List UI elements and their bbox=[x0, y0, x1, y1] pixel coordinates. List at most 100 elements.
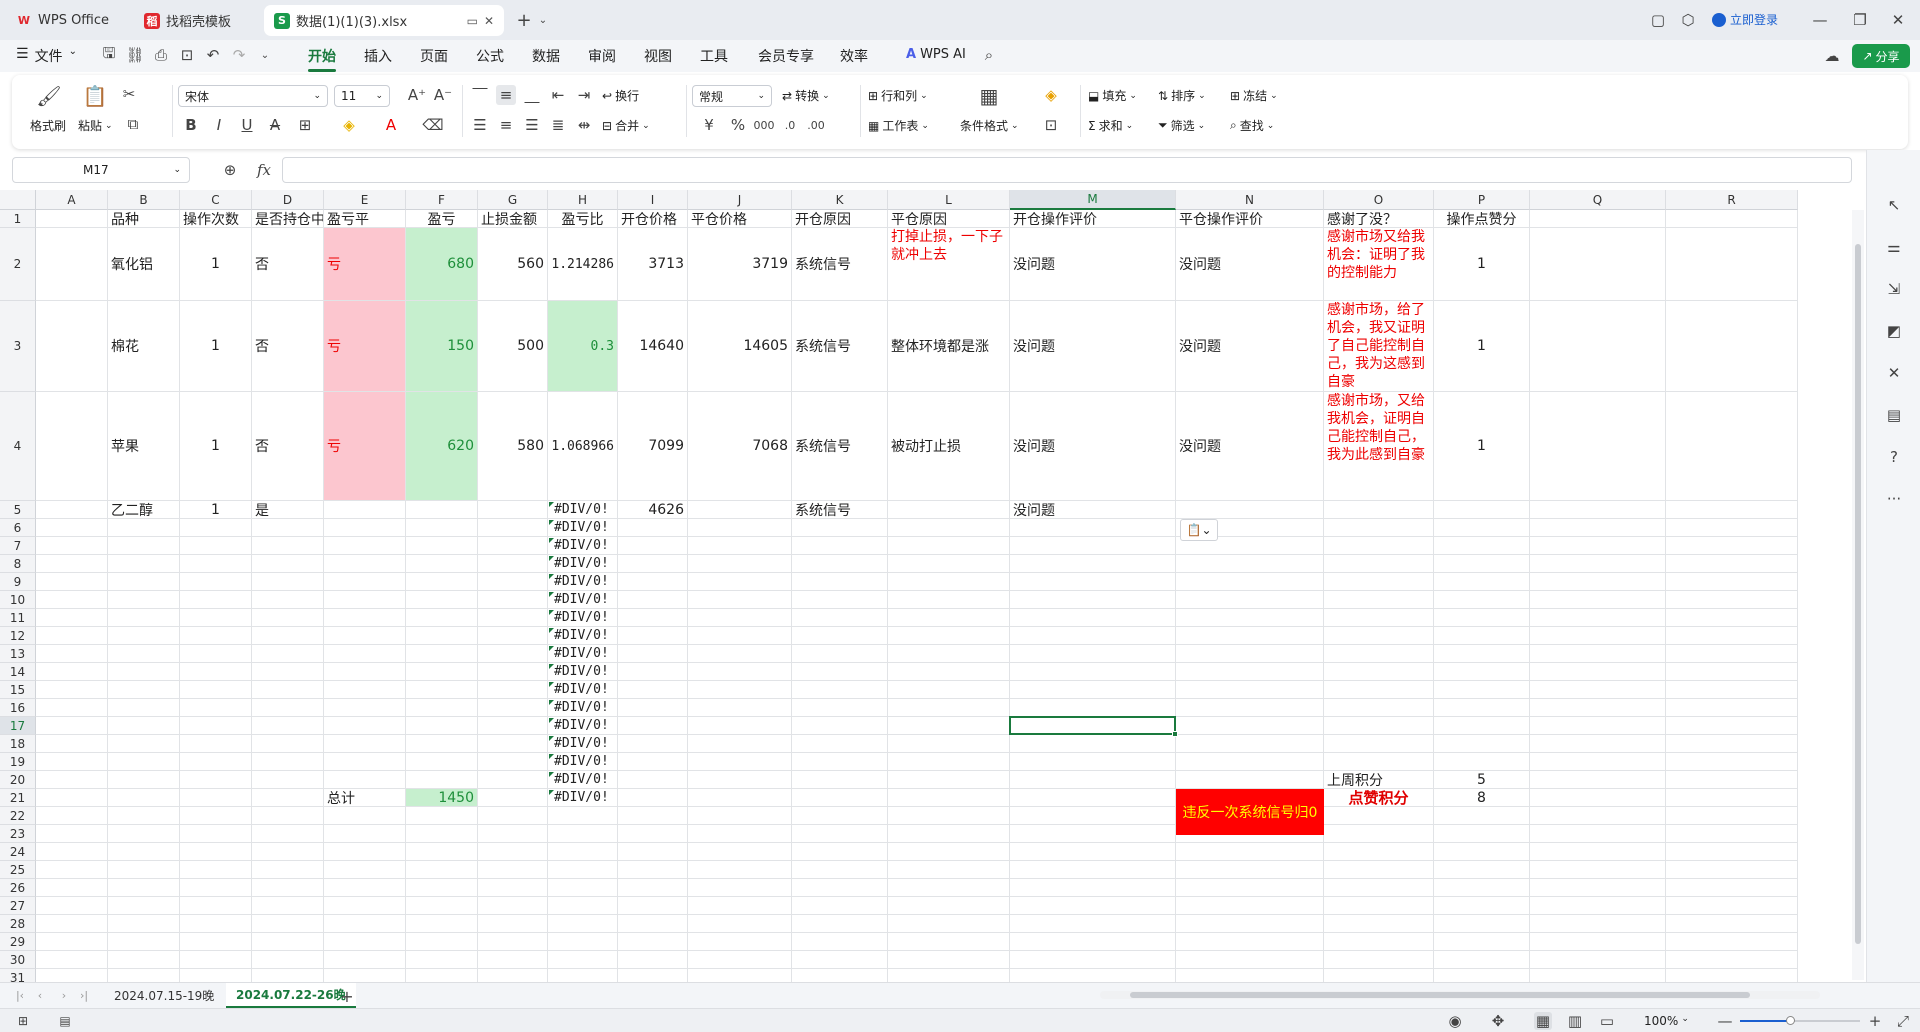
freeze-button[interactable]: ⊞ 冻结 ⌄ bbox=[1230, 87, 1278, 104]
row-header-3[interactable]: 3 bbox=[0, 301, 36, 392]
justify-icon[interactable]: ≣ bbox=[548, 115, 568, 135]
cell-P2[interactable]: 1 bbox=[1434, 228, 1529, 300]
row-header-30[interactable]: 30 bbox=[0, 951, 36, 969]
row-header-16[interactable]: 16 bbox=[0, 699, 36, 717]
row-header-4[interactable]: 4 bbox=[0, 392, 36, 501]
cell-J4[interactable]: 7068 bbox=[688, 392, 791, 500]
cell-C1[interactable]: 操作次数 bbox=[180, 210, 251, 228]
cell-H17[interactable]: #DIV/0! bbox=[548, 717, 617, 734]
menu-item-1[interactable]: 插入 bbox=[364, 46, 392, 66]
undo-icon[interactable]: ↶ bbox=[204, 46, 222, 64]
cell-H14[interactable]: #DIV/0! bbox=[548, 663, 617, 680]
column-header-Q[interactable]: Q bbox=[1530, 190, 1666, 210]
cell-K5[interactable]: 系统信号 bbox=[792, 501, 887, 519]
menu-item-4[interactable]: 数据 bbox=[532, 46, 560, 66]
format-brush-icon[interactable]: 🖌 bbox=[36, 83, 62, 109]
cell-border-icon[interactable]: ⊡ bbox=[1036, 115, 1066, 135]
monitor-icon[interactable]: ▭ bbox=[467, 14, 478, 28]
page-break-icon[interactable]: ▭ bbox=[1598, 1012, 1616, 1030]
redo-icon[interactable]: ↷ bbox=[230, 46, 248, 64]
cell-G3[interactable]: 500 bbox=[478, 301, 547, 391]
paste-icon[interactable]: 📋 bbox=[82, 83, 108, 109]
column-header-H[interactable]: H bbox=[548, 190, 618, 210]
font-size-select[interactable]: 11 ⌄ bbox=[334, 85, 390, 107]
cell-H6[interactable]: #DIV/0! bbox=[548, 519, 617, 536]
row-header-15[interactable]: 15 bbox=[0, 681, 36, 699]
menu-item-5[interactable]: 审阅 bbox=[588, 46, 616, 66]
cell-H13[interactable]: #DIV/0! bbox=[548, 645, 617, 662]
row-header-13[interactable]: 13 bbox=[0, 645, 36, 663]
window-layout-icon[interactable]: ▢ bbox=[1648, 10, 1668, 30]
row-header-14[interactable]: 14 bbox=[0, 663, 36, 681]
row-header-5[interactable]: 5 bbox=[0, 501, 36, 519]
next-sheet-icon[interactable]: › bbox=[56, 987, 72, 1003]
cell-L3[interactable]: 整体环境都是涨 bbox=[888, 301, 1009, 391]
row-header-21[interactable]: 21 bbox=[0, 789, 36, 807]
row-header-7[interactable]: 7 bbox=[0, 537, 36, 555]
find-button[interactable]: ⌕ 查找 ⌄ bbox=[1230, 117, 1274, 134]
underline-icon[interactable]: U bbox=[238, 115, 256, 135]
conditional-format-button[interactable]: 条件格式 ⌄ bbox=[960, 117, 1019, 134]
cell-D3[interactable]: 否 bbox=[252, 301, 323, 391]
cell-H8[interactable]: #DIV/0! bbox=[548, 555, 617, 572]
cell-O2[interactable]: 感谢市场又给我机会：证明了我的控制能力 bbox=[1324, 228, 1433, 300]
align-top-icon[interactable]: ⎺ bbox=[470, 85, 490, 105]
cell-O1[interactable]: 感谢了没？ bbox=[1324, 210, 1433, 228]
column-header-L[interactable]: L bbox=[888, 190, 1010, 210]
cell-style-icon[interactable]: ◈ bbox=[1036, 85, 1066, 105]
cell-J3[interactable]: 14605 bbox=[688, 301, 791, 391]
cell-N2[interactable]: 没问题 bbox=[1176, 228, 1323, 300]
help-icon[interactable]: ? bbox=[1883, 446, 1905, 468]
cell-K1[interactable]: 开仓原因 bbox=[792, 210, 887, 228]
cube-icon[interactable]: ⬡ bbox=[1678, 10, 1698, 30]
add-sheet-icon[interactable]: + bbox=[338, 987, 356, 1006]
restore-icon[interactable]: ❐ bbox=[1850, 10, 1870, 30]
filter-button[interactable]: ⏷ 筛选 ⌄ bbox=[1158, 117, 1205, 134]
copy-icon[interactable]: ⧉ bbox=[120, 115, 146, 133]
row-header-29[interactable]: 29 bbox=[0, 933, 36, 951]
record-icon[interactable]: ▤ bbox=[56, 1012, 74, 1030]
currency-icon[interactable]: ¥ bbox=[696, 115, 722, 135]
cell-H11[interactable]: #DIV/0! bbox=[548, 609, 617, 626]
column-header-N[interactable]: N bbox=[1176, 190, 1324, 210]
normal-view-icon[interactable]: ▦ bbox=[1534, 1012, 1552, 1030]
cell-I2[interactable]: 3713 bbox=[618, 228, 687, 300]
cell-C2[interactable]: 1 bbox=[180, 228, 251, 300]
number-format-select[interactable]: 常规 ⌄ bbox=[692, 85, 772, 107]
cell-D1[interactable]: 是否持仓中 bbox=[252, 210, 323, 228]
conditional-format-icon[interactable]: ▦ bbox=[976, 83, 1002, 109]
macro-icon[interactable]: ⊞ bbox=[14, 1012, 32, 1030]
cell-N4[interactable]: 没问题 bbox=[1176, 392, 1323, 500]
cell-L1[interactable]: 平仓原因 bbox=[888, 210, 1009, 228]
cell-N3[interactable]: 没问题 bbox=[1176, 301, 1323, 391]
menu-item-2[interactable]: 页面 bbox=[420, 46, 448, 66]
cell-F4[interactable]: 620 bbox=[406, 392, 477, 500]
column-header-I[interactable]: I bbox=[618, 190, 688, 210]
row-header-2[interactable]: 2 bbox=[0, 228, 36, 301]
cut-icon[interactable]: ✂ bbox=[120, 85, 138, 103]
tab-3[interactable]: S 数据(1)(1)(3).xlsx ▭ ✕ bbox=[264, 5, 504, 36]
menu-item-6[interactable]: 视图 bbox=[644, 46, 672, 66]
row-header-12[interactable]: 12 bbox=[0, 627, 36, 645]
cell-P21[interactable]: 8 bbox=[1434, 789, 1529, 806]
cell-O4[interactable]: 感谢市场，又给我机会，证明自己能控制自己，我为此感到自豪 bbox=[1324, 392, 1433, 500]
hscroll-thumb[interactable] bbox=[1130, 992, 1750, 998]
cell-F1[interactable]: 盈亏 bbox=[406, 210, 477, 228]
link-icon[interactable]: ⛓ bbox=[125, 46, 144, 64]
cell-J1[interactable]: 平仓价格 bbox=[688, 210, 791, 228]
menu-item-3[interactable]: 公式 bbox=[476, 46, 504, 66]
cell-I5[interactable]: 4626 bbox=[618, 501, 687, 518]
cell-H18[interactable]: #DIV/0! bbox=[548, 735, 617, 752]
tab-1[interactable]: W WPS Office bbox=[6, 5, 124, 36]
strikethrough-icon[interactable]: A bbox=[266, 115, 284, 135]
format-brush-button[interactable]: 格式刷 bbox=[30, 117, 66, 134]
column-header-B[interactable]: B bbox=[108, 190, 180, 210]
cell-M2[interactable]: 没问题 bbox=[1010, 228, 1175, 300]
first-sheet-icon[interactable]: |‹ bbox=[12, 987, 28, 1003]
percent-icon[interactable]: % bbox=[728, 115, 748, 135]
cell-G4[interactable]: 580 bbox=[478, 392, 547, 500]
cell-K3[interactable]: 系统信号 bbox=[792, 301, 887, 391]
row-header-31[interactable]: 31 bbox=[0, 969, 36, 982]
merge-button[interactable]: ⊟ 合并 ⌄ bbox=[602, 117, 650, 134]
cell-P1[interactable]: 操作点赞分 bbox=[1434, 210, 1529, 228]
